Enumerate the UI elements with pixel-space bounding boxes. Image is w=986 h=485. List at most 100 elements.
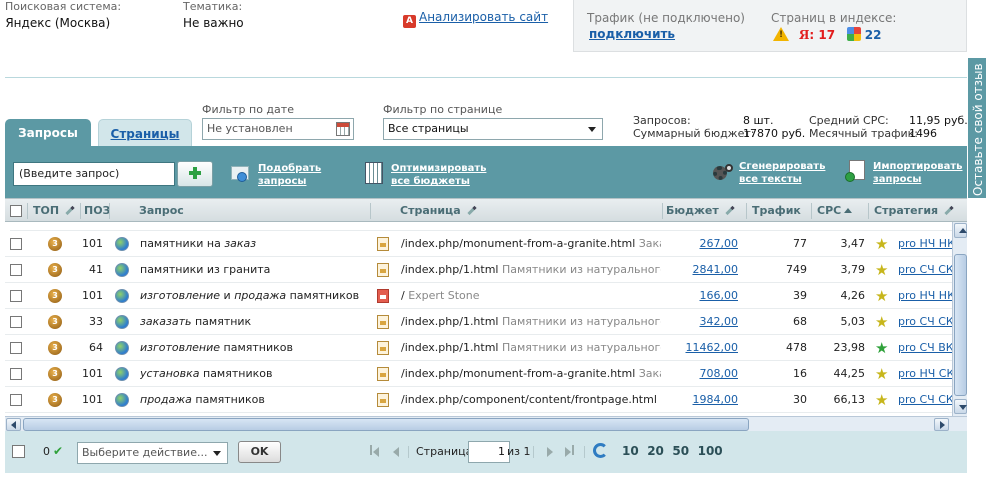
first-page-button[interactable] [370,442,384,458]
row-page[interactable]: /index.php/monument-from-a-granite.html … [401,361,661,387]
table-row[interactable]: 3 101 продажа памятников/index.php/compone… [5,387,952,413]
row-checkbox[interactable] [10,238,22,250]
row-page[interactable]: /index.php/1.html Памятники из натуральн… [401,257,661,283]
row-page[interactable]: /index.php/1.html Памятники из натуральн… [401,335,661,361]
last-page-button[interactable] [563,442,577,458]
table-row[interactable]: 3 101 изготовление и продажа памятников / E… [5,283,952,309]
col-strategy[interactable]: Стратегия [874,199,954,223]
import-icon[interactable] [845,160,867,184]
gear-icon[interactable] [711,162,733,184]
row-strategy[interactable]: pro СЧ ВК [898,335,952,361]
query-input[interactable]: (Введите запрос) [13,162,175,186]
pencil-icon[interactable] [467,205,477,216]
pencil-icon[interactable] [725,205,735,216]
row-query[interactable]: продажа памятников [140,387,365,413]
row-checkbox[interactable] [10,290,22,302]
page-number-input[interactable]: 1 [468,441,510,463]
tab-pages[interactable]: Страницы [98,119,192,147]
page-doc-icon[interactable] [377,341,389,355]
pick-queries-icon[interactable] [229,162,253,186]
page-size-20[interactable]: 20 [647,444,664,458]
scroll-left-button[interactable] [6,418,21,431]
page-doc-icon[interactable] [377,237,389,251]
row-strategy[interactable]: pro НЧ НК [898,231,952,257]
row-checkbox[interactable] [10,316,22,328]
page-doc-icon[interactable] [377,263,389,277]
ok-button[interactable]: OK [238,441,281,463]
import-queries-link[interactable]: Импортировать запросы [873,160,963,186]
page-doc-icon[interactable] [377,367,389,381]
col-pos[interactable]: ПОЗ [84,199,110,223]
add-query-button[interactable] [177,161,213,187]
row-strategy[interactable]: pro СЧ СК [898,257,952,283]
page-size-50[interactable]: 50 [672,444,689,458]
col-traffic[interactable]: Трафик [752,199,801,223]
tab-queries[interactable]: Запросы [5,119,91,147]
row-query[interactable]: памятники из гранита [140,257,365,283]
row-query[interactable]: заказать памятник [140,309,365,335]
row-page[interactable]: /index.php/1.html Памятники из натуральн… [401,309,661,335]
scroll-up-button[interactable] [954,223,967,238]
row-strategy[interactable]: pro СЧ СК [898,387,952,413]
row-query[interactable]: изготовление и продажа памятников [140,283,365,309]
row-budget[interactable]: 267,00 [673,231,739,257]
row-budget[interactable]: 1984,00 [673,387,739,413]
page-filter-select[interactable]: Все страницы [383,118,603,140]
feedback-side-tab[interactable]: Оставьте свой отзыв [968,58,986,198]
select-all-checkbox[interactable] [10,205,22,217]
row-checkbox[interactable] [10,264,22,276]
vertical-scrollbar[interactable] [952,222,967,416]
page-doc-icon[interactable] [377,289,389,303]
horizontal-scrollbar[interactable] [5,416,967,431]
generate-texts-link[interactable]: Сгенерировать все тексты [739,160,825,186]
row-budget[interactable]: 708,00 [673,361,739,387]
scroll-down-button[interactable] [954,399,967,414]
pencil-icon[interactable] [65,205,75,216]
analyze-site-link[interactable]: А Анализировать сайт [403,10,548,28]
row-query[interactable]: изготовление памятников [140,335,365,361]
table-row[interactable]: 3 41 памятники из гранита/index.php/1.html… [5,257,952,283]
action-select[interactable]: Выберите действие... [77,442,228,464]
date-filter-input[interactable]: Не установлен [202,118,354,140]
page-doc-icon[interactable] [377,393,389,407]
col-query[interactable]: Запрос [139,199,184,223]
row-page[interactable]: /index.php/monument-from-a-granite.html … [401,231,661,257]
row-strategy[interactable]: pro СЧ СК [898,309,952,335]
row-strategy[interactable]: pro НЧ СК [898,361,952,387]
pick-queries-link[interactable]: Подобрать запросы [258,162,321,188]
table-row[interactable]: 3 64 изготовление памятников/index.php/1.h… [5,335,952,361]
next-page-button[interactable] [545,442,555,458]
row-checkbox[interactable] [10,394,22,406]
row-budget[interactable]: 11462,00 [673,335,739,361]
page-size-100[interactable]: 100 [698,444,723,458]
connect-link[interactable]: подключить [589,27,675,41]
page-size-10[interactable]: 10 [622,444,639,458]
table-row[interactable]: 3 33 заказать памятник/index.php/1.html Па… [5,309,952,335]
col-top[interactable]: ТОП [33,199,75,223]
col-page[interactable]: Страница [400,199,477,223]
page-doc-icon[interactable] [377,315,389,329]
row-checkbox[interactable] [10,342,22,354]
col-cpc[interactable]: CPC [817,199,853,223]
calculator-icon[interactable] [365,162,383,184]
row-budget[interactable]: 2841,00 [673,257,739,283]
vertical-scroll-thumb[interactable] [954,254,967,396]
optimize-budgets-link[interactable]: Оптимизировать все бюджеты [391,162,486,188]
pencil-icon[interactable] [944,205,954,216]
footer-select-checkbox[interactable] [12,445,25,458]
row-page[interactable]: /index.php/component/content/frontpage.h… [401,387,661,413]
prev-page-button[interactable] [392,442,402,458]
row-query[interactable]: установка памятников [140,361,365,387]
row-page[interactable]: / Expert Stone [401,283,661,309]
row-budget[interactable]: 342,00 [673,309,739,335]
row-query[interactable]: памятники на заказ [140,231,365,257]
row-checkbox[interactable] [10,368,22,380]
refresh-icon[interactable] [593,443,608,458]
row-strategy[interactable]: pro НЧ НК [898,283,952,309]
horizontal-scroll-thumb[interactable] [23,418,749,431]
table-row[interactable]: 3 101 установка памятников/index.php/monum… [5,361,952,387]
scroll-right-button[interactable] [934,418,949,431]
row-budget[interactable]: 166,00 [673,283,739,309]
calendar-icon[interactable] [336,122,350,136]
col-budget[interactable]: Бюджет [666,199,735,223]
